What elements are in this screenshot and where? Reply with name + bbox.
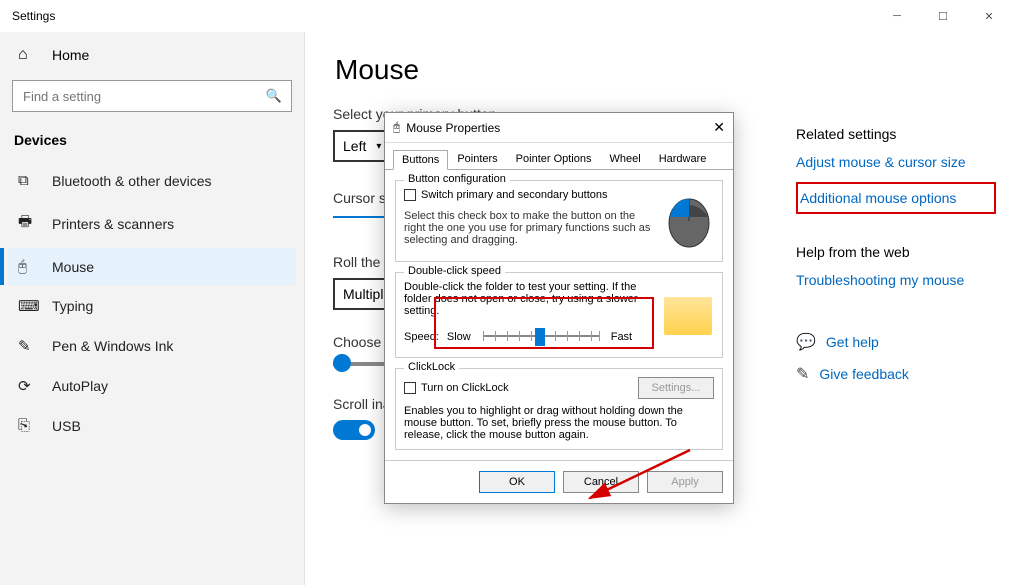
home-label: Home [52,47,89,63]
maximize-button[interactable]: ☐ [920,0,966,32]
close-button[interactable]: ✕ [966,0,1012,32]
adjust-cursor-link[interactable]: Adjust mouse & cursor size [796,154,996,170]
sidebar-item-bluetooth[interactable]: ⧉ Bluetooth & other devices [8,162,296,199]
devices-header: Devices [8,126,296,160]
bluetooth-icon: ⧉ [18,172,38,189]
get-help-link[interactable]: 💬 Get help [796,332,996,352]
dialog-title: Mouse Properties [406,121,500,135]
help-icon: 💬 [796,332,816,352]
get-help-label: Get help [826,334,879,350]
doubleclick-legend: Double-click speed [404,265,505,277]
tab-underline [333,216,389,218]
feedback-icon: ✎ [796,364,809,384]
button-config-desc: Select this check box to make the button… [404,210,656,246]
dialog-titlebar: 🖰 Mouse Properties ✕ [385,113,733,143]
mouse-icon: 🖰 [18,258,38,275]
keyboard-icon: ⌨ [18,297,38,315]
tab-buttons[interactable]: Buttons [393,150,448,170]
checkbox-box [404,189,416,201]
mouse-icon: 🖰 [393,120,400,135]
webhelp-heading: Help from the web [796,244,996,260]
home-link[interactable]: ⌂ Home [8,36,296,74]
usb-icon: ⎘ [18,417,38,434]
dialog-button-row: OK Cancel Apply [385,460,733,503]
dialog-tabs: Buttons Pointers Pointer Options Wheel H… [385,143,733,170]
sidebar-item-printers[interactable]: 🖶 Printers & scanners [8,201,296,246]
sidebar-item-usb[interactable]: ⎘ USB [8,407,296,444]
folder-test-target[interactable] [664,297,712,335]
search-container: 🔍 [12,80,292,112]
additional-options-link[interactable]: Additional mouse options [800,190,992,206]
sidebar-item-typing[interactable]: ⌨ Typing [8,287,296,325]
clicklock-settings-button[interactable]: Settings... [638,377,714,399]
checkbox-box [404,382,416,394]
mouse-illustration [664,189,714,249]
sidebar-item-label: USB [52,418,81,434]
button-config-group: Button configuration Switch primary and … [395,180,723,262]
highlight-box-additional: Additional mouse options [796,182,996,214]
dialog-close-button[interactable]: ✕ [713,119,725,136]
titlebar: Settings ─ ☐ ✕ [0,0,1024,32]
tab-hardware[interactable]: Hardware [650,149,716,169]
feedback-link[interactable]: ✎ Give feedback [796,364,996,384]
sidebar-item-label: Typing [52,298,93,314]
clicklock-checkbox[interactable]: Turn on ClickLock [404,382,509,394]
page-title: Mouse [335,54,996,86]
sidebar-item-autoplay[interactable]: ⟳ AutoPlay [8,367,296,405]
highlight-box-speed [434,297,654,349]
switch-buttons-checkbox[interactable]: Switch primary and secondary buttons [404,189,607,201]
chevron-down-icon: ▾ [376,141,381,152]
tab-wheel[interactable]: Wheel [601,149,650,169]
autoplay-icon: ⟳ [18,377,38,395]
cancel-button[interactable]: Cancel [563,471,639,493]
tab-pointers[interactable]: Pointers [448,149,506,169]
button-config-legend: Button configuration [404,173,510,185]
sidebar: ⌂ Home 🔍 Devices ⧉ Bluetooth & other dev… [0,32,305,585]
sidebar-item-label: Pen & Windows Ink [52,338,173,354]
window-title: Settings [12,9,55,23]
clicklock-legend: ClickLock [404,361,459,373]
pen-icon: ✎ [18,337,38,355]
troubleshoot-link[interactable]: Troubleshooting my mouse [796,272,996,288]
sidebar-item-label: Bluetooth & other devices [52,173,212,189]
sidebar-item-label: Printers & scanners [52,216,174,232]
clicklock-group: ClickLock Turn on ClickLock Settings... … [395,368,723,450]
minimize-button[interactable]: ─ [874,0,920,32]
mouse-properties-dialog: 🖰 Mouse Properties ✕ Buttons Pointers Po… [384,112,734,504]
sidebar-item-label: Mouse [52,259,94,275]
search-icon: 🔍 [266,88,282,104]
checkbox-label: Turn on ClickLock [421,382,509,394]
apply-button[interactable]: Apply [647,471,723,493]
select-value: Left [343,138,366,154]
tab-pointer-options[interactable]: Pointer Options [507,149,601,169]
ok-button[interactable]: OK [479,471,555,493]
slider-thumb[interactable] [333,354,351,372]
sidebar-item-mouse[interactable]: 🖰 Mouse [8,248,296,285]
doubleclick-group: Double-click speed Double-click the fold… [395,272,723,358]
printer-icon: 🖶 [18,211,38,236]
scroll-inactive-toggle[interactable] [333,420,375,440]
sidebar-item-pen[interactable]: ✎ Pen & Windows Ink [8,327,296,365]
feedback-label: Give feedback [819,366,909,382]
clicklock-desc: Enables you to highlight or drag without… [404,405,714,441]
home-icon: ⌂ [18,46,38,64]
checkbox-label: Switch primary and secondary buttons [421,189,607,201]
sidebar-item-label: AutoPlay [52,378,108,394]
related-heading: Related settings [796,126,996,142]
related-settings: Related settings Adjust mouse & cursor s… [796,126,996,396]
search-input[interactable] [12,80,292,112]
